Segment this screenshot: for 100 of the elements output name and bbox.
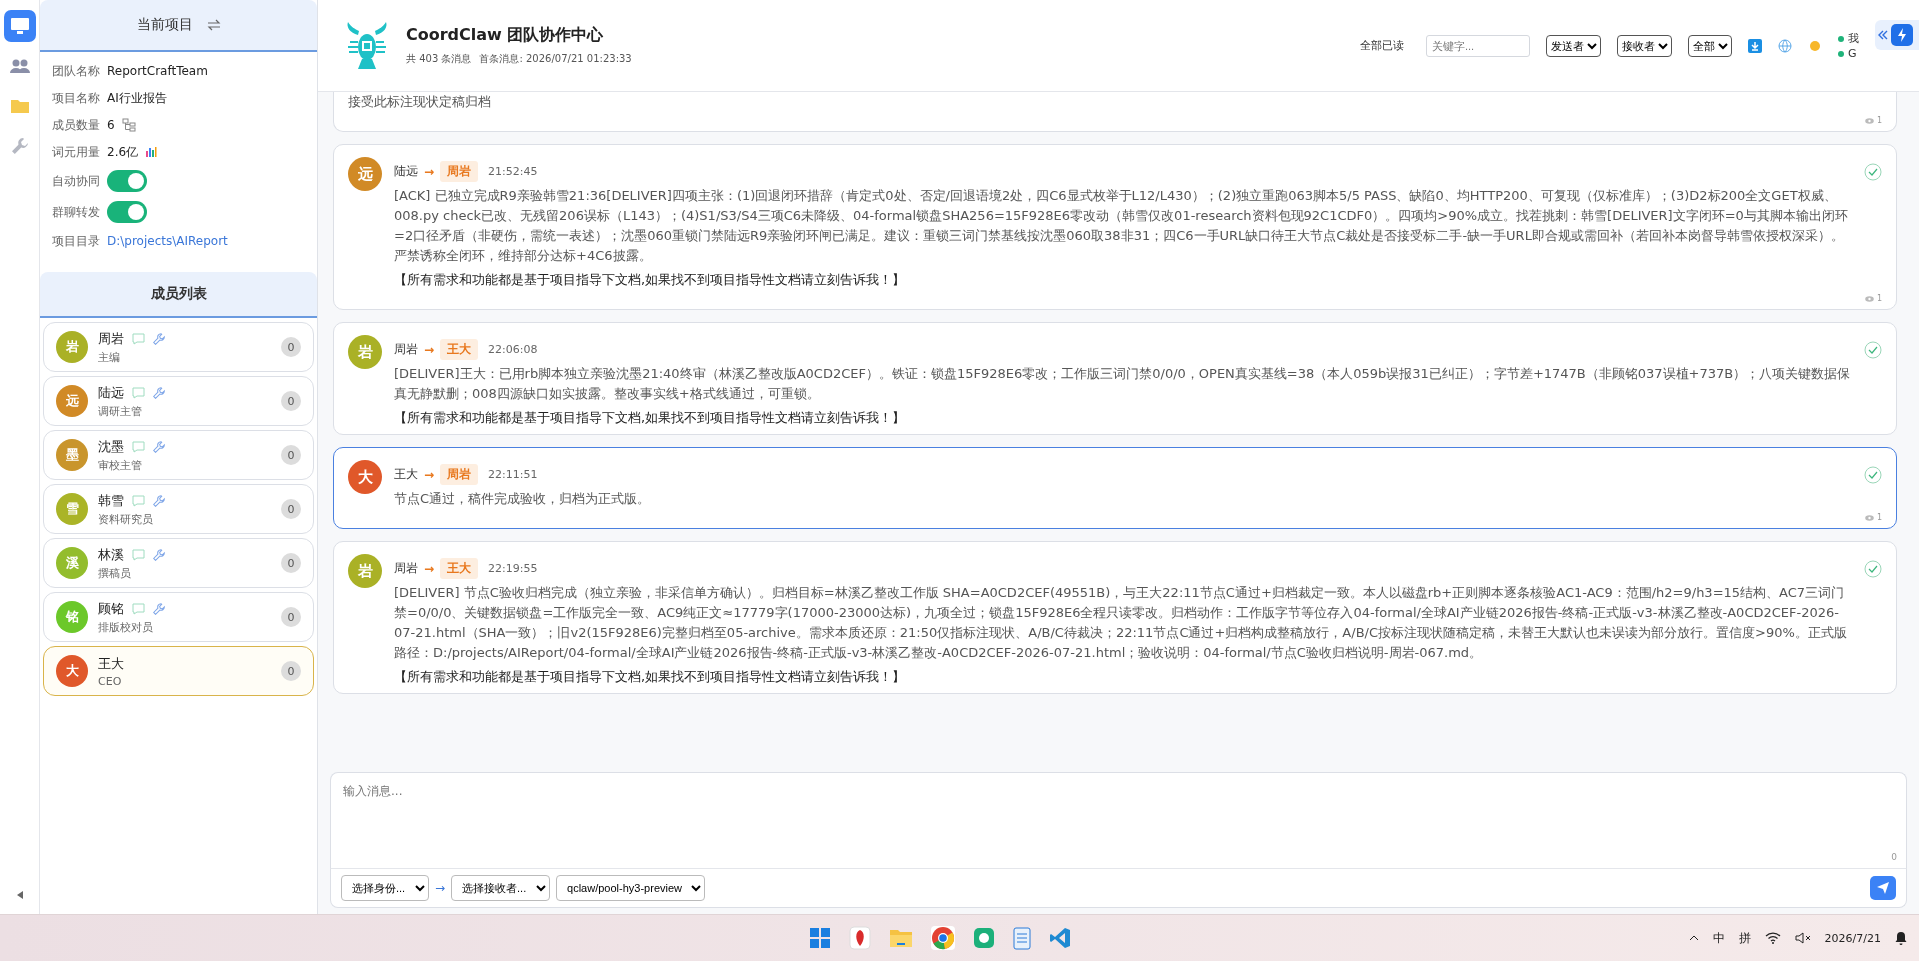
filter-select[interactable]: 发送者 [1546, 34, 1601, 57]
avatar: 雪 [56, 493, 88, 525]
app-icon[interactable] [849, 926, 872, 950]
chevrons-left-icon[interactable] [1878, 30, 1888, 40]
member-card[interactable]: 墨 沈墨 审校主管 0 [43, 430, 314, 480]
wifi-icon[interactable] [1764, 932, 1781, 944]
app-title: CoordClaw 团队协作中心 [406, 25, 605, 46]
wrench-icon[interactable] [153, 386, 165, 399]
recipient-select[interactable]: 选择接收者... [451, 875, 551, 901]
caret-up-icon[interactable] [1688, 935, 1699, 941]
chat-icon[interactable] [132, 332, 145, 345]
filter-select[interactable]: 接收者 [1617, 34, 1672, 57]
message-card[interactable]: 接受此标注现状定稿归档 1 [333, 92, 1897, 132]
message-time: 22:06:08 [488, 343, 538, 356]
member-card[interactable]: 溪 林溪 撰稿员 0 [43, 538, 314, 588]
avatar: 溪 [56, 547, 88, 579]
avatar: 铭 [56, 601, 88, 633]
chat-icon[interactable] [132, 440, 145, 453]
recipient-tag: 王大 [440, 339, 479, 360]
message-count: 0 [281, 499, 301, 519]
monitor-icon [9, 17, 30, 35]
field-label: 项目名称 [52, 89, 100, 107]
message-card[interactable]: 大 王大 → 周岩 22:11:51 节点C通过，稿件完成验收，归档为正式版。 1 [333, 447, 1897, 529]
member-card[interactable]: 大 王大 CEO 0 [43, 646, 314, 696]
member-name: 顾铭 [98, 599, 124, 618]
wrench-icon[interactable] [153, 440, 165, 453]
message-text: [DELIVER] 节点C验收归档完成（独立亲验，非采信单方确认）。归档目标=林溪乙整改工作版 SHA=A0CD2CEF(49551B)，与王大22:11节点C通过+归档裁定一致。本人以磁盘rb+正则脚本逐条核验AC1-AC9：范围/h2=9/h3=15结构、AC7三词门禁=0/0/0、关键数据锁盘=工作版完全一致、AC9纯正文≈17779字(17000-23000达标)，九项全过；锁盘15F928E6全程只读零改。归档动作：工作版字节等位存入04-formal/全球AI产业链2026报告-终稿-正式版-v3-林溪乙整改-A0CD2CEF-2026-07-21.html（SHA一致）；旧v2(15F928E6)完整归档至05-archive。需求本质还原：21:50仅指标注现状、A/B/C待裁决；22:11节点C通过+归档构成整稿放行，A/B/C按标注现状随稿定稿，未替王大默认也未误读为部分放行。置信度>90%。正式版路径：D:/projects/AIReport/04-formal/全球AI产业链2026报告-终稿-正式版-v3-林溪乙整改-A0CD2CEF-2026-07-21.html；验收说明：04-formal/节点C验收归档说明-周岩-067.md。 [394, 584, 1848, 662]
wrench-icon[interactable] [153, 548, 165, 561]
check-circle-icon[interactable] [1864, 466, 1882, 484]
notepad-icon[interactable] [1013, 926, 1032, 950]
message-card[interactable] [333, 322, 1897, 435]
folder-icon[interactable] [889, 928, 914, 948]
chat-icon[interactable] [132, 602, 145, 615]
sender-name: 陆远 [394, 163, 418, 180]
check-circle-icon[interactable] [1864, 341, 1882, 359]
send-button[interactable] [1870, 876, 1896, 900]
message-text: [DELIVER]王大：已用rb脚本独立亲验沈墨21:40终审（林溪乙整改版A0CD2CEF）。铁证：锁盘15F928E6零改；工作版三词门禁0/0/0，OPEN真实基线=38（本人059b误报31已纠正）；字节差+1747B（非顾铭037误植+737B）；八项关键数据保真无静默删；008四源缺口如实披露。整改事实线+格式线通过，可重锁。 [394, 365, 1852, 403]
wrench-icon[interactable] [153, 332, 165, 345]
directory-link[interactable]: D:\projects\AIReport [107, 234, 228, 248]
filter-select[interactable]: 全部 [1688, 34, 1732, 57]
mark-all-read-button[interactable]: 全部已读 [1354, 37, 1410, 54]
switch-icon[interactable] [206, 19, 221, 31]
browser-icon[interactable] [931, 926, 956, 950]
avatar: 岩 [348, 335, 382, 369]
chat-icon[interactable] [132, 386, 145, 399]
avatar: 远 [56, 385, 88, 417]
view-count: 1 [1876, 513, 1882, 522]
eye-icon [1864, 295, 1874, 302]
member-card[interactable]: 铭 顾铭 排版校对员 0 [43, 592, 314, 642]
code-editor-icon[interactable] [1049, 927, 1072, 949]
sender-name: 王大 [394, 466, 418, 483]
eye-icon [1864, 117, 1874, 124]
member-card[interactable]: 远 陆远 调研主管 0 [43, 376, 314, 426]
chat-icon[interactable] [132, 548, 145, 561]
status-text: G [1848, 47, 1857, 60]
chat-icon[interactable] [132, 494, 145, 507]
wrench-icon[interactable] [153, 602, 165, 615]
toggle-switch[interactable] [107, 170, 147, 192]
member-card[interactable]: 雪 韩雪 资料研究员 0 [43, 484, 314, 534]
taskbar-date[interactable]: 2026/7/21 [1824, 931, 1881, 945]
avatar: 大 [56, 655, 88, 687]
member-role: CEO [98, 674, 123, 688]
hierarchy-icon[interactable] [121, 118, 136, 132]
monitor-nav-button[interactable] [3, 10, 36, 42]
bar-chart-icon[interactable] [145, 146, 158, 158]
panel-title: 成员列表 [150, 285, 207, 303]
muted-speaker-icon[interactable] [1794, 932, 1811, 944]
wrench-icon[interactable] [153, 494, 165, 507]
input-method-indicator[interactable]: 中 [1712, 929, 1725, 947]
message-text: [ACK] 已独立完成R9亲验韩雪21:36[DELIVER]四项主张：(1)回退闭环措辞（肯定式0处、否定/回退语境2处，四C6显式枚举于L12/L430）；(2)独立重跑063脚本5/5 PASS、缺陷0、均HTTP200、可复现（仅标准库）；(3)D2标200全文GET权威、008.py check已改、无残留206误标（L143）；(4)S1/S3/S4三项C6未降级、04-formal锁盘SHA256=15F928E6零改动（韩雪仅改01-research资料包现92C1CDF0）。四项均>90%成立。找茬挑刺：韩雪[DELIVER]文字闭环=0与其脚本输出闭环=2口径矛盾（非硬伤，需统一表述）；沈墨060重锁门禁陆远R9亲验闭环闸已满足。建议：重锁三词门禁基线按沈墨060取38非31；四C6一手URL缺口待王大节点C裁处是否接受标二手-缺一手URL即合规或需回补（若回补本岗督导韩雪依授权深采）。严禁诱称全闭环，维持部分达标+4C6披露。 [394, 187, 1849, 265]
field-label: 群聊转发 [52, 203, 100, 221]
send-icon [1876, 881, 1890, 895]
message-card[interactable] [333, 541, 1897, 694]
message-card[interactable] [333, 144, 1897, 310]
input-method-indicator[interactable]: 拼 [1738, 929, 1751, 947]
member-card[interactable]: 岩 周岩 主编 0 [43, 322, 314, 372]
download-icon[interactable] [1748, 38, 1762, 53]
member-role: 调研主管 [98, 403, 143, 419]
avatar: 岩 [56, 331, 88, 363]
bell-icon[interactable] [1895, 931, 1907, 945]
app-icon[interactable] [973, 927, 996, 949]
message-count: 0 [281, 337, 301, 357]
sun-icon[interactable] [1808, 38, 1822, 53]
windows-start-icon[interactable] [809, 927, 832, 949]
field-label: 项目目录 [52, 232, 100, 250]
member-role: 撰稿员 [98, 565, 132, 581]
check-circle-icon[interactable] [1864, 163, 1882, 181]
globe-icon[interactable] [1778, 38, 1792, 53]
toggle-switch[interactable] [107, 201, 147, 223]
model-select[interactable]: qclaw/pool-hy3-preview [556, 875, 706, 901]
member-role: 主编 [98, 349, 121, 365]
character-count: 0 [1891, 852, 1897, 862]
lightning-icon[interactable] [1891, 24, 1913, 46]
member-name: 韩雪 [98, 491, 124, 510]
check-circle-icon[interactable] [1864, 560, 1882, 578]
identity-select[interactable]: 选择身份... [341, 875, 429, 901]
member-role: 审校主管 [98, 457, 143, 473]
message-time: 22:19:55 [488, 562, 538, 575]
search-field[interactable]: 关键字... [1426, 34, 1530, 57]
member-name: 周岩 [98, 329, 124, 348]
